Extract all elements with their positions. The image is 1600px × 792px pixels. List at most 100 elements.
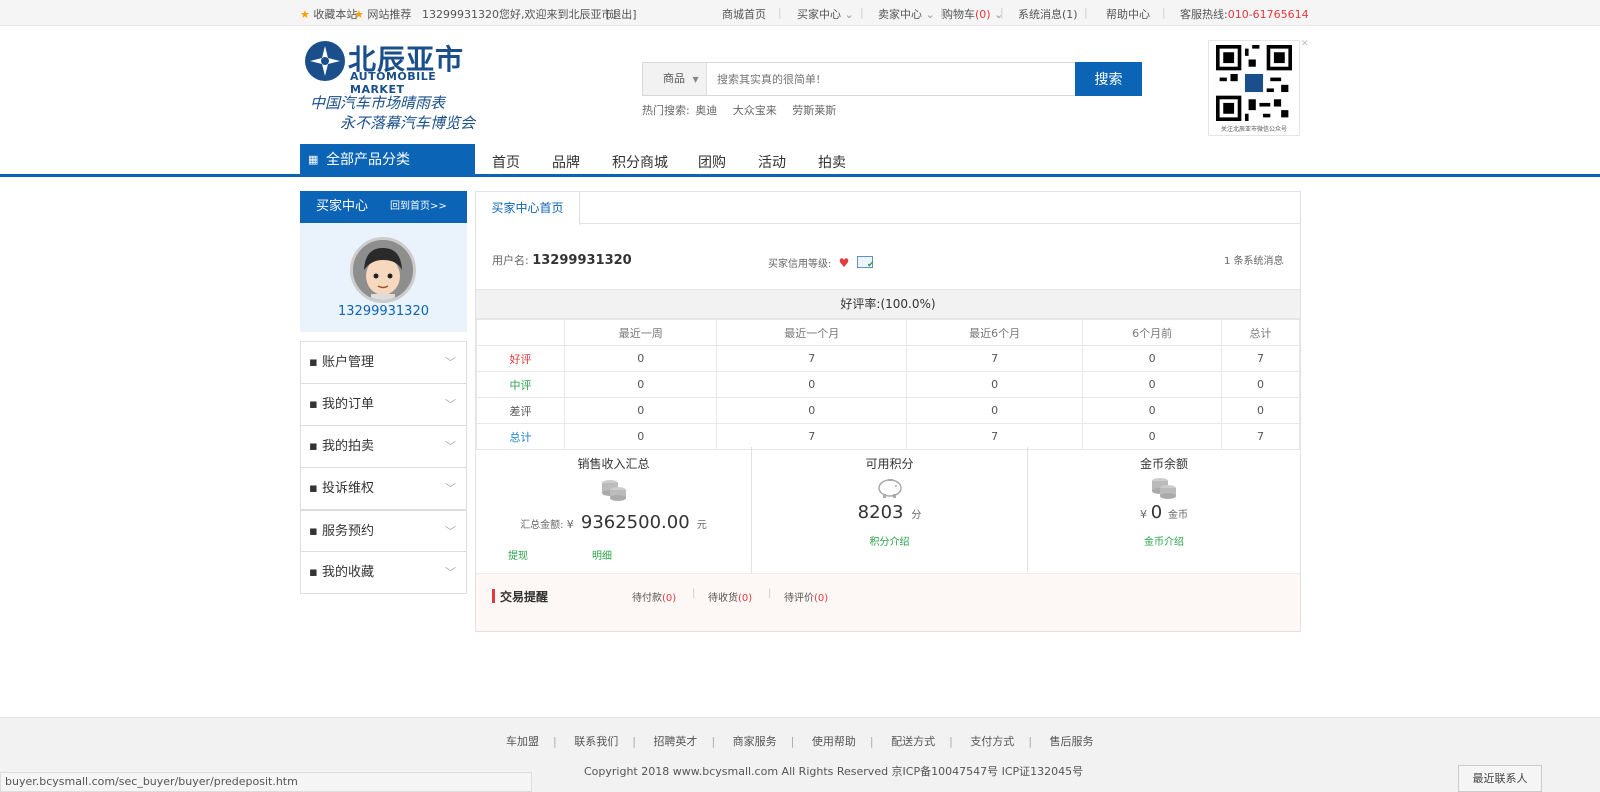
username-label: 用户名: xyxy=(492,254,529,267)
hot-search-label: 热门搜索: xyxy=(642,104,690,117)
table-row: 好评 0 7 7 0 7 xyxy=(476,345,1300,372)
table-cell: 0 xyxy=(1082,371,1223,398)
sidebar-username[interactable]: 13299931320 xyxy=(300,304,467,319)
qr-caption: 关注北辰亚市微信公众号 xyxy=(1220,126,1287,133)
search-category-select[interactable]: 商品 ▼ xyxy=(643,63,707,95)
footer-link[interactable]: 支付方式 xyxy=(970,735,1014,748)
recommend-link[interactable]: ★ 网站推荐 xyxy=(354,6,411,22)
sidebar-item-orders[interactable]: ▪ 我的订单 ﹀ xyxy=(300,384,467,426)
reminder-pending-review[interactable]: 待评价(0) xyxy=(784,589,828,604)
nav-activities[interactable]: 活动 xyxy=(758,152,786,172)
sales-summary: 销售收入汇总 汇总金额: ¥ 9362500.00 元 提现 明细 xyxy=(476,447,752,573)
trade-reminder: 交易提醒 待付款(0) | 待收货(0) | 待评价(0) xyxy=(476,573,1300,631)
star-icon: ★ xyxy=(300,8,310,21)
hot-search-term[interactable]: 奥迪 xyxy=(695,104,717,117)
sidebar-item-appointments[interactable]: ▪ 服务预约 ﹀ xyxy=(300,510,467,552)
back-home-link[interactable]: 回到首页>> xyxy=(390,191,447,223)
table-cell: 0 xyxy=(563,345,718,372)
reminder-pending-payment[interactable]: 待付款(0) xyxy=(632,589,676,604)
logo-slogan-2: 永不落幕汽车博览会 xyxy=(340,114,476,132)
avatar[interactable] xyxy=(350,237,416,303)
search-box: 商品 ▼ 搜索 xyxy=(642,62,1142,96)
footer-link[interactable]: 使用帮助 xyxy=(812,735,856,748)
points-amount-row: 8203 分 xyxy=(752,502,1027,523)
logout-link[interactable]: [退出] xyxy=(606,6,637,22)
table-row: 差评 0 0 0 0 0 xyxy=(476,397,1300,424)
nav-seller-center[interactable]: 卖家中心 ⌄ xyxy=(878,6,935,22)
nav-auction[interactable]: 拍卖 xyxy=(818,152,846,172)
table-cell: 0 xyxy=(906,371,1084,398)
tab-buyer-home[interactable]: 买家中心首页 xyxy=(476,192,580,225)
footer-link[interactable]: 招聘英才 xyxy=(653,735,697,748)
search-button[interactable]: 搜索 xyxy=(1075,62,1142,96)
gold-amount-row: ¥ 0 金币 xyxy=(1028,502,1300,523)
nav-group-buy[interactable]: 团购 xyxy=(698,152,726,172)
reminder-pending-receipt[interactable]: 待收货(0) xyxy=(708,589,752,604)
rating-table: 最近一周 最近一个月 最近6个月 6个月前 总计 好评 0 7 7 0 7 中评… xyxy=(476,319,1300,450)
chevron-down-icon: ⌄ xyxy=(925,8,935,21)
system-message-link[interactable]: 1 条系统消息 xyxy=(1224,252,1284,267)
coins-icon xyxy=(1151,476,1177,500)
hot-search-term[interactable]: 劳斯莱斯 xyxy=(792,104,836,117)
points-intro-link[interactable]: 积分介绍 xyxy=(752,533,1027,548)
withdraw-link[interactable]: 提现 xyxy=(508,547,528,562)
bookmark-link[interactable]: ★ 收藏本站 xyxy=(300,6,357,22)
credit-label: 买家信用等级: xyxy=(768,259,832,270)
chevron-down-icon: ﹀ xyxy=(445,440,456,453)
table-cell: 7 xyxy=(716,423,908,450)
nav-help-center[interactable]: 帮助中心 xyxy=(1106,6,1150,22)
footer-link[interactable]: 配送方式 xyxy=(891,735,935,748)
hot-search-term[interactable]: 大众宝来 xyxy=(733,104,777,117)
gold-summary: 金币余额 ¥ 0 金币 金币介绍 xyxy=(1028,447,1300,573)
nav-buyer-center[interactable]: 买家中心 ⌄ xyxy=(797,6,854,22)
buyer-center-panel: 买家中心首页 用户名: 13299931320 买家信用等级: ♥ ✔ 1 条系… xyxy=(475,191,1301,632)
nav-home[interactable]: 首页 xyxy=(492,152,520,172)
nav-underline xyxy=(0,174,1600,177)
details-link[interactable]: 明细 xyxy=(592,547,612,562)
sidebar-item-auctions[interactable]: ▪ 我的拍卖 ﹀ xyxy=(300,426,467,468)
username-row: 用户名: 13299931320 xyxy=(492,252,632,268)
hot-searches: 热门搜索: 奥迪 大众宝来 劳斯莱斯 xyxy=(642,102,848,118)
separator: | xyxy=(1084,6,1088,19)
table-cell: 0 xyxy=(1221,397,1300,424)
table-header: 最近6个月 xyxy=(906,319,1084,346)
sales-amount-label: 汇总金额: xyxy=(520,520,564,531)
chevron-down-icon: ﹀ xyxy=(445,482,456,495)
sidebar-item-favorites[interactable]: ▪ 我的收藏 ﹀ xyxy=(300,552,467,594)
table-cell: 0 xyxy=(563,423,718,450)
separator: | xyxy=(632,735,636,748)
gold-intro-link[interactable]: 金币介绍 xyxy=(1028,533,1300,548)
qr-code-icon xyxy=(1216,45,1292,121)
table-header: 总计 xyxy=(1221,319,1300,346)
row-label: 好评 xyxy=(476,345,565,372)
star-icon: ★ xyxy=(354,8,364,21)
sales-amount: 9362500.00 xyxy=(580,512,690,533)
footer-link[interactable]: 售后服务 xyxy=(1050,735,1094,748)
nav-mall-home[interactable]: 商城首页 xyxy=(722,6,766,22)
nav-points-mall[interactable]: 积分商城 xyxy=(612,152,668,172)
search-input[interactable] xyxy=(707,63,1075,95)
copyright: Copyright 2018 www.bcysmall.com All Righ… xyxy=(584,765,1084,778)
nav-cart[interactable]: 购物车(0) ⌄ xyxy=(942,6,1003,22)
footer-link[interactable]: 车加盟 xyxy=(506,735,539,748)
footer-link[interactable]: 商家服务 xyxy=(733,735,777,748)
nav-brand[interactable]: 品牌 xyxy=(552,152,580,172)
grid-icon: ▦ xyxy=(308,153,319,166)
sidebar-title: 买家中心 xyxy=(316,199,369,214)
separator: | xyxy=(790,735,795,748)
close-icon[interactable]: ✕ xyxy=(1301,39,1311,49)
footer-link[interactable]: 联系我们 xyxy=(574,735,618,748)
nav-system-messages[interactable]: 系统消息(1) xyxy=(1018,6,1078,22)
table-cell: 7 xyxy=(716,345,908,372)
table-header: 最近一周 xyxy=(563,319,718,346)
sidebar-item-complaints[interactable]: ▪ 投诉维权 ﹀ xyxy=(300,468,467,510)
sidebar-header: 买家中心 回到首页>> xyxy=(300,191,467,223)
coins-icon xyxy=(601,478,627,502)
row-label: 差评 xyxy=(476,397,565,424)
sidebar-item-account[interactable]: ▪ 账户管理 ﹀ xyxy=(300,341,467,384)
table-row: 中评 0 0 0 0 0 xyxy=(476,371,1300,398)
site-logo[interactable]: 北辰亚市 AUTOMOBILE MARKET 中国汽车市场晴雨表 永不落幕汽车博… xyxy=(304,40,494,132)
all-categories-button[interactable]: ▦ 全部产品分类 xyxy=(300,144,475,176)
recent-contacts-button[interactable]: 最近联系人 xyxy=(1458,765,1542,792)
logo-emblem-icon xyxy=(305,41,345,81)
